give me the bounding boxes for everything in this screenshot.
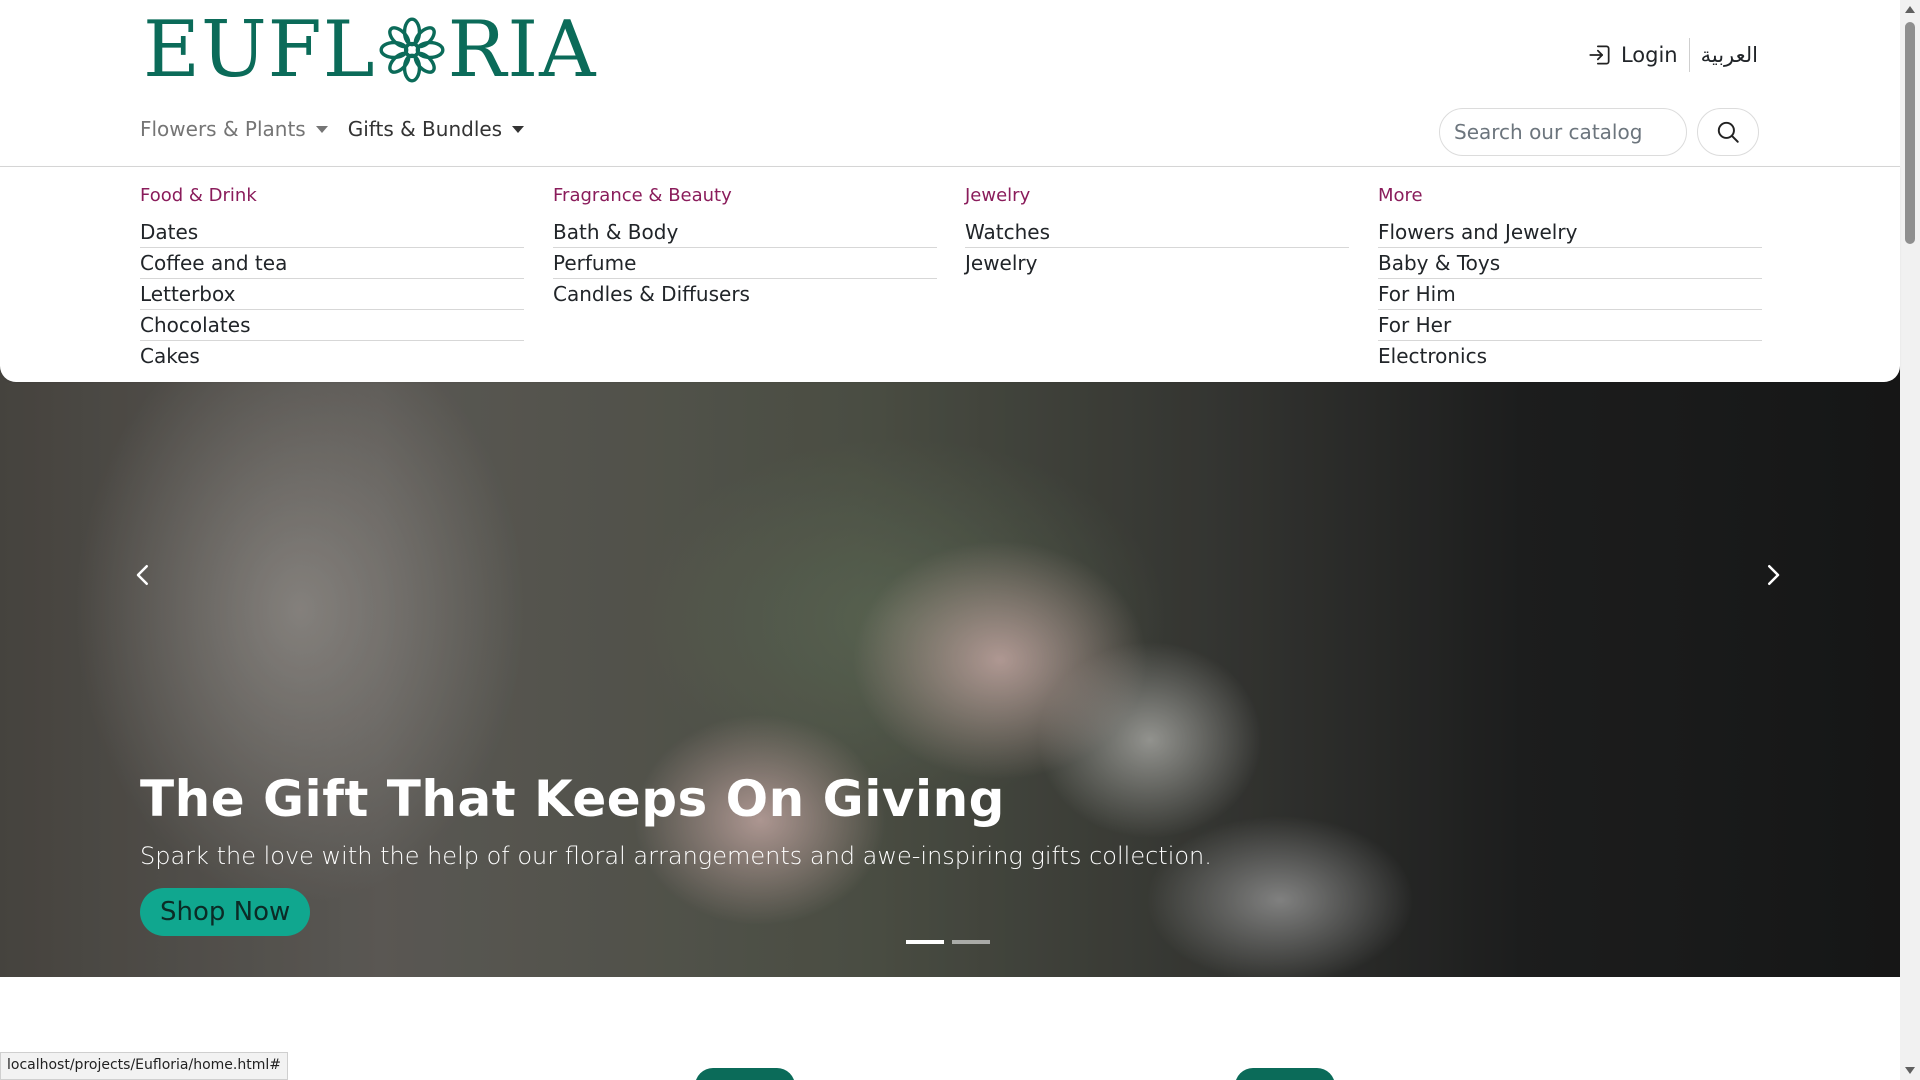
section-tab[interactable] xyxy=(1235,1068,1335,1080)
menu-item-for-him[interactable]: For Him xyxy=(1378,279,1762,310)
hero-title: The Gift That Keeps On Giving xyxy=(140,770,1005,828)
search-button[interactable] xyxy=(1697,108,1759,156)
hero-carousel: The Gift That Keeps On Giving Spark the … xyxy=(0,360,1900,977)
gifts-dropdown-menu: Food & Drink Dates Coffee and tea Letter… xyxy=(0,166,1900,382)
menu-item-for-her[interactable]: For Her xyxy=(1378,310,1762,341)
brand-logo[interactable]: EUFL RIA xyxy=(143,5,597,95)
logo-text-left: EUFL xyxy=(143,5,376,95)
search-icon xyxy=(1717,121,1739,143)
header-actions: Login العربية xyxy=(1587,38,1758,72)
nav-flowers-plants[interactable]: Flowers & Plants xyxy=(140,117,328,141)
menu-item-electronics[interactable]: Electronics xyxy=(1378,341,1762,372)
carousel-indicator-1[interactable] xyxy=(906,940,944,944)
menu-item-baby-toys[interactable]: Baby & Toys xyxy=(1378,248,1762,279)
caret-down-icon xyxy=(512,125,525,133)
menu-item-flowers-jewelry[interactable]: Flowers and Jewelry xyxy=(1378,217,1762,248)
nav-gifts-bundles[interactable]: Gifts & Bundles xyxy=(347,117,525,141)
hero-caption: The Gift That Keeps On Giving Spark the … xyxy=(140,770,1212,936)
page-scrollbar[interactable] xyxy=(1900,0,1920,1080)
sign-in-icon xyxy=(1589,45,1610,65)
menu-column-title: Food & Drink xyxy=(140,185,257,206)
chevron-left-icon xyxy=(136,565,148,585)
menu-column-title: Jewelry xyxy=(965,185,1031,206)
section-tab[interactable] xyxy=(695,1068,795,1080)
chevron-right-icon xyxy=(1768,565,1780,585)
logo-text-right: RIA xyxy=(447,5,597,95)
main-nav: Flowers & Plants Gifts & Bundles xyxy=(140,117,525,141)
nav-label: Flowers & Plants xyxy=(140,117,306,141)
carousel-prev-button[interactable] xyxy=(128,560,158,590)
menu-column-title: Fragrance & Beauty xyxy=(553,185,732,206)
nav-label: Gifts & Bundles xyxy=(347,117,503,141)
menu-item-bath-body[interactable]: Bath & Body xyxy=(553,217,937,248)
carousel-next-button[interactable] xyxy=(1758,560,1788,590)
menu-column-more: More Flowers and Jewelry Baby & Toys For… xyxy=(1378,185,1762,372)
menu-item-watches[interactable]: Watches xyxy=(965,217,1349,248)
menu-item-coffee-tea[interactable]: Coffee and tea xyxy=(140,248,524,279)
menu-column-title: More xyxy=(1378,185,1423,206)
login-label: Login xyxy=(1620,43,1678,67)
carousel-indicator-2[interactable] xyxy=(952,940,990,944)
search-form xyxy=(1439,108,1759,156)
menu-item-dates[interactable]: Dates xyxy=(140,217,524,248)
hero-subtitle: Spark the love with the help of our flor… xyxy=(140,842,1212,870)
page: EUFL RIA Login العربية Flowers & Plants … xyxy=(0,0,1920,1080)
menu-item-cakes[interactable]: Cakes xyxy=(140,341,524,372)
login-link[interactable]: Login xyxy=(1587,38,1690,72)
menu-column-jewelry: Jewelry Watches Jewelry xyxy=(965,185,1349,279)
scroll-up-arrow-icon[interactable] xyxy=(1905,6,1915,13)
search-input[interactable] xyxy=(1439,108,1687,156)
menu-column-food-drink: Food & Drink Dates Coffee and tea Letter… xyxy=(140,185,524,372)
menu-item-candles-diffusers[interactable]: Candles & Diffusers xyxy=(553,279,937,310)
browser-status-bar: localhost/projects/Eufloria/home.html# xyxy=(0,1052,288,1080)
scrollbar-thumb[interactable] xyxy=(1905,22,1915,244)
scroll-down-arrow-icon[interactable] xyxy=(1905,1067,1915,1074)
shop-now-button[interactable]: Shop Now xyxy=(140,888,311,936)
menu-item-chocolates[interactable]: Chocolates xyxy=(140,310,524,341)
flower-mandala-icon xyxy=(379,17,445,83)
menu-item-letterbox[interactable]: Letterbox xyxy=(140,279,524,310)
menu-column-fragrance-beauty: Fragrance & Beauty Bath & Body Perfume C… xyxy=(553,185,937,310)
menu-item-perfume[interactable]: Perfume xyxy=(553,248,937,279)
language-switch[interactable]: العربية xyxy=(1690,43,1758,67)
menu-item-jewelry[interactable]: Jewelry xyxy=(965,248,1349,279)
caret-down-icon xyxy=(315,125,328,133)
carousel-indicators xyxy=(906,940,990,944)
